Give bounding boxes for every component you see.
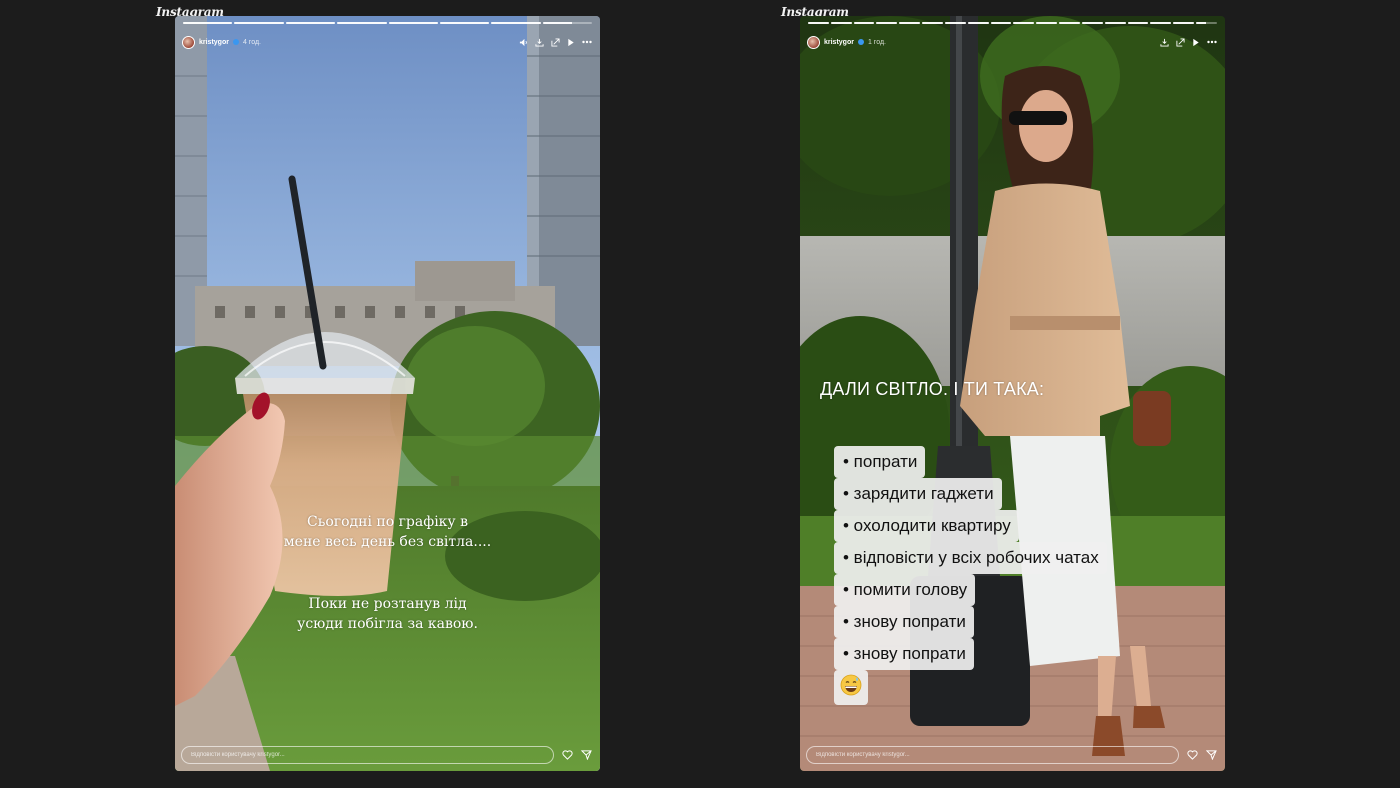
download-icon[interactable] — [1160, 38, 1169, 47]
more-icon[interactable] — [582, 40, 592, 44]
username[interactable]: kristygor — [199, 39, 229, 46]
mute-icon[interactable] — [519, 38, 528, 47]
story-header: kristygor 4 год. — [182, 35, 592, 49]
progress-segment — [1104, 22, 1126, 24]
caption-line: усюди побігла за кавою. — [297, 616, 478, 632]
progress-segment — [876, 22, 898, 24]
list-item: • помити голову — [834, 574, 976, 606]
progress-segment — [830, 22, 852, 24]
story-caption: Поки не розтанув лід усюди побігла за ка… — [175, 594, 600, 634]
story-viewer[interactable]: kristygor 4 год. Сьогодні по графіку в м… — [175, 16, 600, 771]
list-item: • зарядити гаджети — [834, 478, 1002, 510]
heart-icon[interactable] — [1187, 750, 1198, 760]
story-caption: Сьогодні по графіку в мене весь день без… — [175, 512, 600, 552]
caption-line: Поки не розтанув лід — [308, 596, 467, 612]
list-item: • знову попрати — [834, 638, 974, 670]
share-icon[interactable] — [551, 37, 560, 47]
progress-segment — [922, 22, 943, 24]
download-icon[interactable] — [535, 38, 544, 47]
progress-segment — [1081, 22, 1103, 24]
progress-segment — [285, 22, 336, 24]
progress-segment — [944, 22, 966, 24]
progress-segment — [388, 22, 438, 24]
todo-list: • попрати • зарядити гаджети • охолодити… — [834, 446, 1107, 705]
heart-icon[interactable] — [562, 750, 573, 760]
progress-segment — [183, 22, 233, 24]
story-headline: ДАЛИ СВІТЛО. І ТИ ТАКА: — [820, 379, 1045, 399]
list-item: • знову попрати — [834, 606, 974, 638]
more-icon[interactable] — [1207, 40, 1217, 44]
story-time: 4 год. — [242, 38, 261, 46]
send-icon[interactable] — [1206, 750, 1217, 760]
progress-segment — [439, 22, 490, 24]
send-icon[interactable] — [581, 750, 592, 760]
progress-segment — [990, 22, 1012, 24]
share-icon[interactable] — [1176, 37, 1185, 47]
progress-segment — [967, 22, 989, 24]
username[interactable]: kristygor — [824, 39, 854, 46]
list-item: • попрати — [834, 446, 926, 478]
caption-line: мене весь день без світла.... — [283, 534, 492, 550]
story-progress — [808, 22, 1217, 24]
play-icon[interactable] — [567, 38, 575, 47]
story-photo-coffee — [175, 16, 600, 771]
progress-segment — [1127, 22, 1149, 24]
caption-line: Сьогодні по графіку в — [306, 514, 468, 530]
play-icon[interactable] — [1192, 38, 1200, 47]
progress-segment — [1059, 22, 1080, 24]
progress-segment — [337, 22, 387, 24]
progress-segment — [1036, 22, 1058, 24]
reply-input[interactable] — [806, 746, 1179, 764]
verified-badge-icon — [857, 39, 864, 45]
list-item: • охолодити квартиру — [834, 510, 1019, 542]
reply-input[interactable] — [181, 746, 554, 764]
progress-segment — [808, 22, 829, 24]
progress-segment — [853, 22, 875, 24]
story-progress — [183, 22, 592, 24]
reply-bar — [181, 745, 592, 765]
grinning-sweat-emoji-icon — [834, 670, 868, 705]
progress-segment — [1150, 22, 1172, 24]
story-time: 1 год. — [867, 38, 886, 46]
story-viewer[interactable]: kristygor 1 год. ДАЛИ СВІТЛО. І ТИ ТАКА:… — [800, 16, 1225, 771]
progress-segment — [542, 22, 592, 24]
story-header: kristygor 1 год. — [807, 35, 1217, 49]
list-item: • відповісти у всіх робочих чатах — [834, 542, 1107, 574]
progress-segment — [1013, 22, 1035, 24]
avatar[interactable] — [182, 35, 195, 49]
reply-bar — [806, 745, 1217, 765]
verified-badge-icon — [232, 39, 239, 45]
progress-segment — [1173, 22, 1195, 24]
progress-segment — [899, 22, 921, 24]
progress-segment — [491, 22, 541, 24]
progress-segment — [234, 22, 284, 24]
progress-segment — [1196, 22, 1217, 24]
avatar[interactable] — [807, 35, 820, 49]
